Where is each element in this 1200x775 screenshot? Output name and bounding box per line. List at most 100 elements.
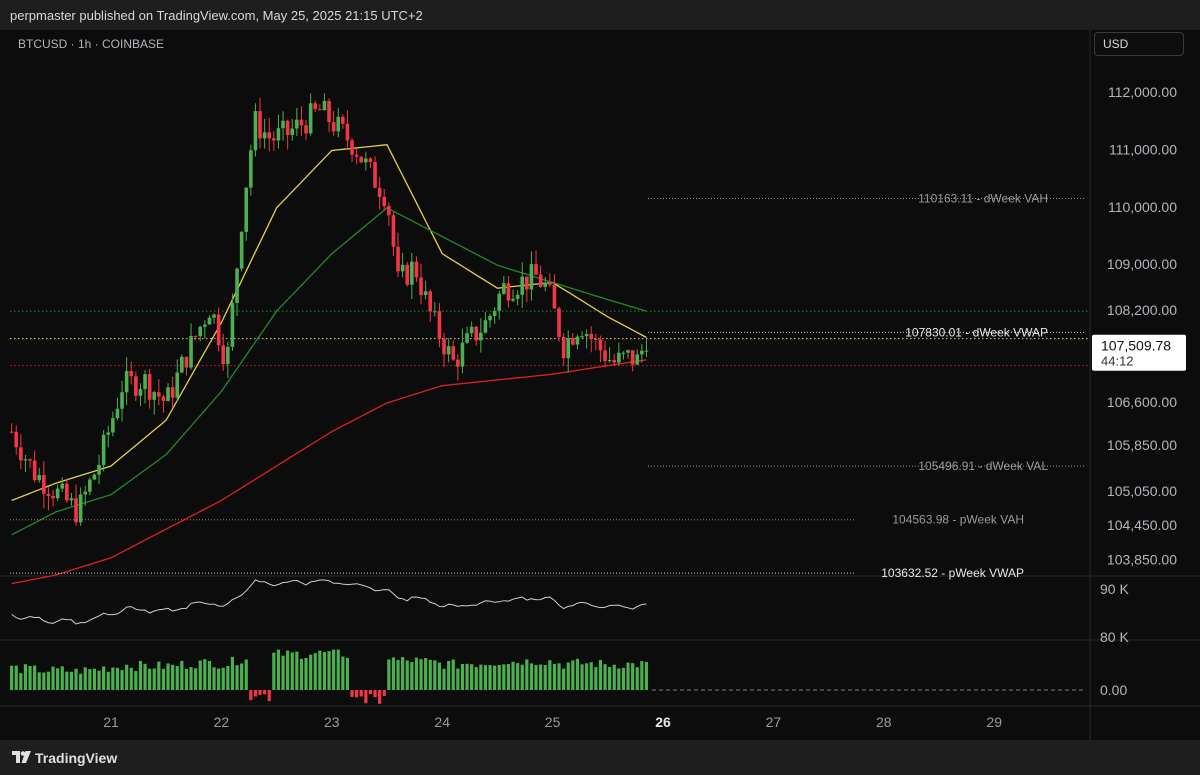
- countdown-label: 44:12: [1101, 354, 1134, 369]
- oscillator-bar: [470, 664, 474, 690]
- candle-body: [318, 109, 322, 111]
- candle-body: [327, 100, 331, 123]
- oscillator-bar: [442, 668, 446, 690]
- tradingview-logo-icon[interactable]: [12, 751, 32, 765]
- oscillator-bar: [575, 658, 580, 690]
- candle-body: [341, 116, 345, 124]
- candle-body: [37, 475, 42, 481]
- candle-body: [410, 261, 414, 285]
- currency-button[interactable]: USD: [1094, 32, 1184, 56]
- candle-body: [529, 264, 534, 290]
- oscillator-bar: [249, 690, 253, 701]
- chart-area[interactable]: 110163.11 - dWeek VAH 107830.01 - dWeek V…: [0, 30, 1200, 740]
- time-tick-label: 22: [214, 714, 230, 730]
- candle-body: [635, 354, 640, 365]
- oscillator-bar: [598, 659, 603, 690]
- oscillator-bar: [92, 668, 97, 690]
- candle-body: [23, 459, 28, 461]
- oscillator-bar: [451, 659, 455, 690]
- candle-body: [295, 119, 299, 129]
- oscillator-bar: [534, 664, 538, 690]
- candle-body: [520, 276, 525, 295]
- candle-body: [239, 231, 244, 269]
- oscillator-bar: [460, 663, 465, 690]
- oscillator-bar: [359, 690, 363, 697]
- oscillator-bar: [267, 690, 271, 702]
- candle-body: [589, 334, 594, 340]
- publish-header: perpmaster published on TradingView.com,…: [0, 0, 1200, 31]
- candle-body: [580, 336, 584, 338]
- candle-body: [538, 274, 543, 287]
- chart-canvas[interactable]: 110163.11 - dWeek VAH 107830.01 - dWeek V…: [0, 30, 1200, 740]
- tradingview-brand[interactable]: TradingView: [35, 750, 117, 766]
- time-tick-label: 29: [986, 714, 1002, 730]
- oscillator-bar: [617, 668, 621, 690]
- candle-body: [442, 338, 446, 355]
- oscillator-bar: [497, 664, 501, 690]
- candle-body: [571, 338, 575, 345]
- oscillator-bar: [281, 655, 285, 690]
- candle-body: [230, 302, 235, 347]
- oscillator-bar: [258, 690, 262, 695]
- time-tick-label: 25: [545, 714, 561, 730]
- candle-body: [419, 277, 423, 296]
- candle-body: [267, 132, 272, 139]
- candle-body: [115, 408, 120, 419]
- oscillator-bar: [612, 664, 616, 690]
- oscillator-bar: [621, 667, 626, 690]
- candle-body: [414, 261, 419, 278]
- time-tick-label: 23: [324, 714, 340, 730]
- candle-body: [345, 123, 350, 141]
- candle-body: [594, 339, 598, 341]
- oscillator-bar: [33, 665, 37, 690]
- oscillator-bar: [60, 666, 64, 690]
- candle-body: [483, 320, 488, 333]
- oscillator-bar: [539, 664, 543, 690]
- oscillator-bar: [175, 666, 179, 690]
- oscillator-bar: [562, 668, 566, 690]
- oscillator-bar: [529, 663, 534, 690]
- volume-line: [11, 579, 647, 625]
- candle-body: [226, 346, 230, 365]
- last-price-label: 107,509.78: [1101, 338, 1171, 354]
- oscillator-bar: [479, 664, 483, 690]
- ema-fast-line: [11, 144, 647, 502]
- oscillator-bar: [631, 663, 635, 690]
- candle-body: [9, 431, 14, 433]
- oscillator-bar: [115, 667, 120, 690]
- oscillator-bar: [603, 664, 607, 690]
- price-tick-label: 108,200.00: [1107, 302, 1177, 318]
- oscillator-bar: [327, 651, 331, 690]
- oscillator-bar: [299, 658, 304, 690]
- oscillator-bar: [19, 673, 23, 690]
- candle-body: [492, 310, 497, 316]
- oscillator-bar: [483, 665, 488, 690]
- oscillator-bar: [253, 690, 258, 697]
- candle-body: [630, 350, 635, 365]
- candle-body: [42, 475, 46, 494]
- candle-body: [120, 392, 124, 409]
- candle-body: [308, 103, 313, 134]
- oscillator-bar: [437, 662, 442, 690]
- candle-body: [203, 324, 207, 327]
- candle-body: [566, 338, 571, 359]
- oscillator-bar: [502, 664, 506, 690]
- candle-body: [575, 336, 580, 345]
- oscillator-bar: [566, 662, 570, 690]
- candle-body: [497, 293, 502, 311]
- oscillator-bar: [65, 671, 69, 690]
- oscillator-bar: [456, 668, 460, 690]
- candle-body: [129, 371, 134, 377]
- oscillator-bar: [42, 672, 46, 690]
- oscillator-bar: [557, 663, 561, 690]
- candle-body: [364, 158, 368, 163]
- candle-body: [359, 156, 364, 163]
- oscillator-bar: [157, 661, 161, 690]
- candle-body: [396, 246, 400, 272]
- candle-body: [299, 119, 304, 126]
- candle-body: [557, 308, 561, 337]
- candle-body: [111, 418, 115, 433]
- oscillator-bar: [69, 671, 74, 690]
- publish-info: perpmaster published on TradingView.com,…: [10, 8, 423, 23]
- oscillator-bar: [594, 667, 598, 690]
